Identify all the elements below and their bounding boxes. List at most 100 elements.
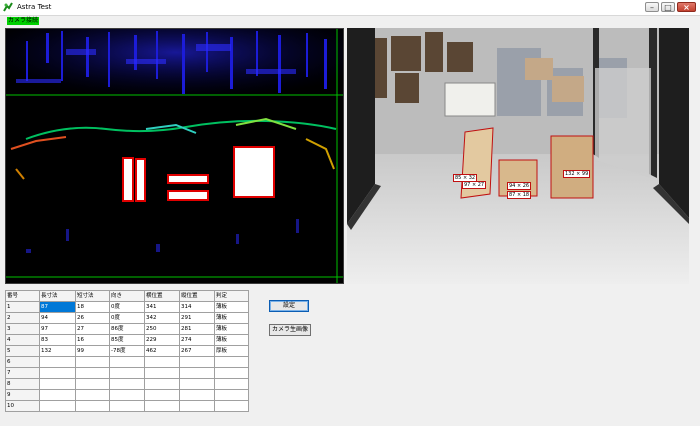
table-cell[interactable]: 342 [144, 312, 180, 324]
table-cell[interactable] [214, 378, 249, 390]
table-cell[interactable] [214, 400, 249, 412]
table-cell[interactable] [39, 389, 76, 401]
table-cell[interactable] [179, 356, 215, 368]
app-icon [3, 2, 13, 12]
table-cell[interactable] [214, 389, 249, 401]
table-cell[interactable]: 0度 [109, 312, 145, 324]
table-cell[interactable] [144, 367, 180, 379]
row-number-cell[interactable]: 4 [5, 334, 40, 346]
table-cell[interactable] [179, 378, 215, 390]
grid-header-row: 番号 長寸法 短寸法 向き 横位置 縦位置 判定 [5, 290, 249, 302]
minimize-button[interactable]: – [645, 2, 659, 12]
table-cell[interactable]: 97 [39, 323, 76, 335]
detection-label: 132 × 99 [563, 170, 591, 178]
table-cell[interactable] [75, 378, 110, 390]
table-cell[interactable]: 薄板 [214, 334, 249, 346]
table-cell[interactable] [39, 367, 76, 379]
table-cell[interactable] [179, 367, 215, 379]
header-cell: 短寸法 [75, 290, 110, 302]
table-cell[interactable]: 281 [179, 323, 215, 335]
table-cell[interactable]: 94 [39, 312, 76, 324]
table-cell[interactable]: 厚板 [214, 345, 249, 357]
row-number-cell[interactable]: 8 [5, 378, 40, 390]
table-row[interactable]: 1 87 18 0度 341 314 薄板 [5, 301, 249, 313]
header-cell: 番号 [5, 290, 40, 302]
table-cell[interactable] [109, 389, 145, 401]
table-cell[interactable] [75, 356, 110, 368]
table-cell[interactable] [75, 367, 110, 379]
close-button[interactable]: × [677, 2, 696, 12]
table-cell[interactable]: 314 [179, 301, 215, 313]
detection-label: 97 × 27 [462, 181, 487, 189]
table-cell[interactable]: 462 [144, 345, 180, 357]
window-title: Astra Test [17, 3, 52, 11]
table-cell[interactable]: 83 [39, 334, 76, 346]
table-cell[interactable]: 99 [75, 345, 110, 357]
table-cell[interactable] [144, 378, 180, 390]
settings-button[interactable]: 設定 [269, 300, 309, 312]
table-row[interactable]: 7 [5, 367, 249, 379]
results-grid[interactable]: 番号 長寸法 短寸法 向き 横位置 縦位置 判定 1 87 18 0度 341 314 薄板… [5, 290, 249, 412]
table-cell[interactable]: 250 [144, 323, 180, 335]
table-row[interactable]: 9 [5, 389, 249, 401]
table-row[interactable]: 5 132 99 -78度 462 267 厚板 [5, 345, 249, 357]
header-cell: 長寸法 [39, 290, 76, 302]
table-cell[interactable] [75, 400, 110, 412]
table-cell[interactable] [109, 367, 145, 379]
row-number-cell[interactable]: 7 [5, 367, 40, 379]
table-cell[interactable] [179, 389, 215, 401]
row-number-cell[interactable]: 6 [5, 356, 40, 368]
table-cell[interactable]: 85度 [109, 334, 145, 346]
table-cell[interactable]: 132 [39, 345, 76, 357]
maximize-button[interactable]: □ [661, 2, 675, 12]
table-cell[interactable]: 274 [179, 334, 215, 346]
table-cell[interactable]: 0度 [109, 301, 145, 313]
detection-label: 87 × 18 [507, 191, 532, 199]
row-number-cell[interactable]: 2 [5, 312, 40, 324]
title-bar: Astra Test – □ × [0, 0, 700, 16]
table-cell[interactable]: -78度 [109, 345, 145, 357]
table-row[interactable]: 6 [5, 356, 249, 368]
row-number-cell[interactable]: 3 [5, 323, 40, 335]
table-cell[interactable] [109, 356, 145, 368]
table-row[interactable]: 4 83 16 85度 229 274 薄板 [5, 334, 249, 346]
header-cell: 縦位置 [179, 290, 215, 302]
row-number-cell[interactable]: 5 [5, 345, 40, 357]
table-cell[interactable]: 薄板 [214, 301, 249, 313]
table-cell[interactable]: 16 [75, 334, 110, 346]
table-cell[interactable] [39, 378, 76, 390]
table-cell[interactable] [109, 400, 145, 412]
camera-image-view: 85 × 32 97 × 27 94 × 26 87 × 18 132 × 99 [347, 28, 689, 284]
table-cell[interactable] [179, 400, 215, 412]
header-cell: 向き [109, 290, 145, 302]
table-cell[interactable] [39, 400, 76, 412]
table-cell[interactable] [39, 356, 76, 368]
table-cell[interactable]: 薄板 [214, 312, 249, 324]
table-cell[interactable]: 267 [179, 345, 215, 357]
table-cell[interactable] [75, 389, 110, 401]
row-number-cell[interactable]: 10 [5, 400, 40, 412]
table-cell[interactable]: 87 [39, 301, 76, 313]
table-cell[interactable] [109, 378, 145, 390]
table-cell[interactable]: 18 [75, 301, 110, 313]
table-cell[interactable] [144, 356, 180, 368]
table-cell[interactable]: 26 [75, 312, 110, 324]
camera-raw-image-button[interactable]: カメラ生画像 [269, 324, 311, 336]
table-row[interactable]: 2 94 26 0度 342 291 薄板 [5, 312, 249, 324]
table-cell[interactable] [144, 389, 180, 401]
table-cell[interactable]: 291 [179, 312, 215, 324]
table-row[interactable]: 3 97 27 86度 250 281 薄板 [5, 323, 249, 335]
table-cell[interactable]: 229 [144, 334, 180, 346]
table-cell[interactable] [214, 367, 249, 379]
table-cell[interactable]: 341 [144, 301, 180, 313]
table-cell[interactable] [214, 356, 249, 368]
row-number-cell[interactable]: 1 [5, 301, 40, 313]
row-number-cell[interactable]: 9 [5, 389, 40, 401]
header-cell: 横位置 [144, 290, 180, 302]
table-row[interactable]: 8 [5, 378, 249, 390]
table-row[interactable]: 10 [5, 400, 249, 412]
table-cell[interactable]: 86度 [109, 323, 145, 335]
table-cell[interactable]: 27 [75, 323, 110, 335]
table-cell[interactable]: 薄板 [214, 323, 249, 335]
table-cell[interactable] [144, 400, 180, 412]
